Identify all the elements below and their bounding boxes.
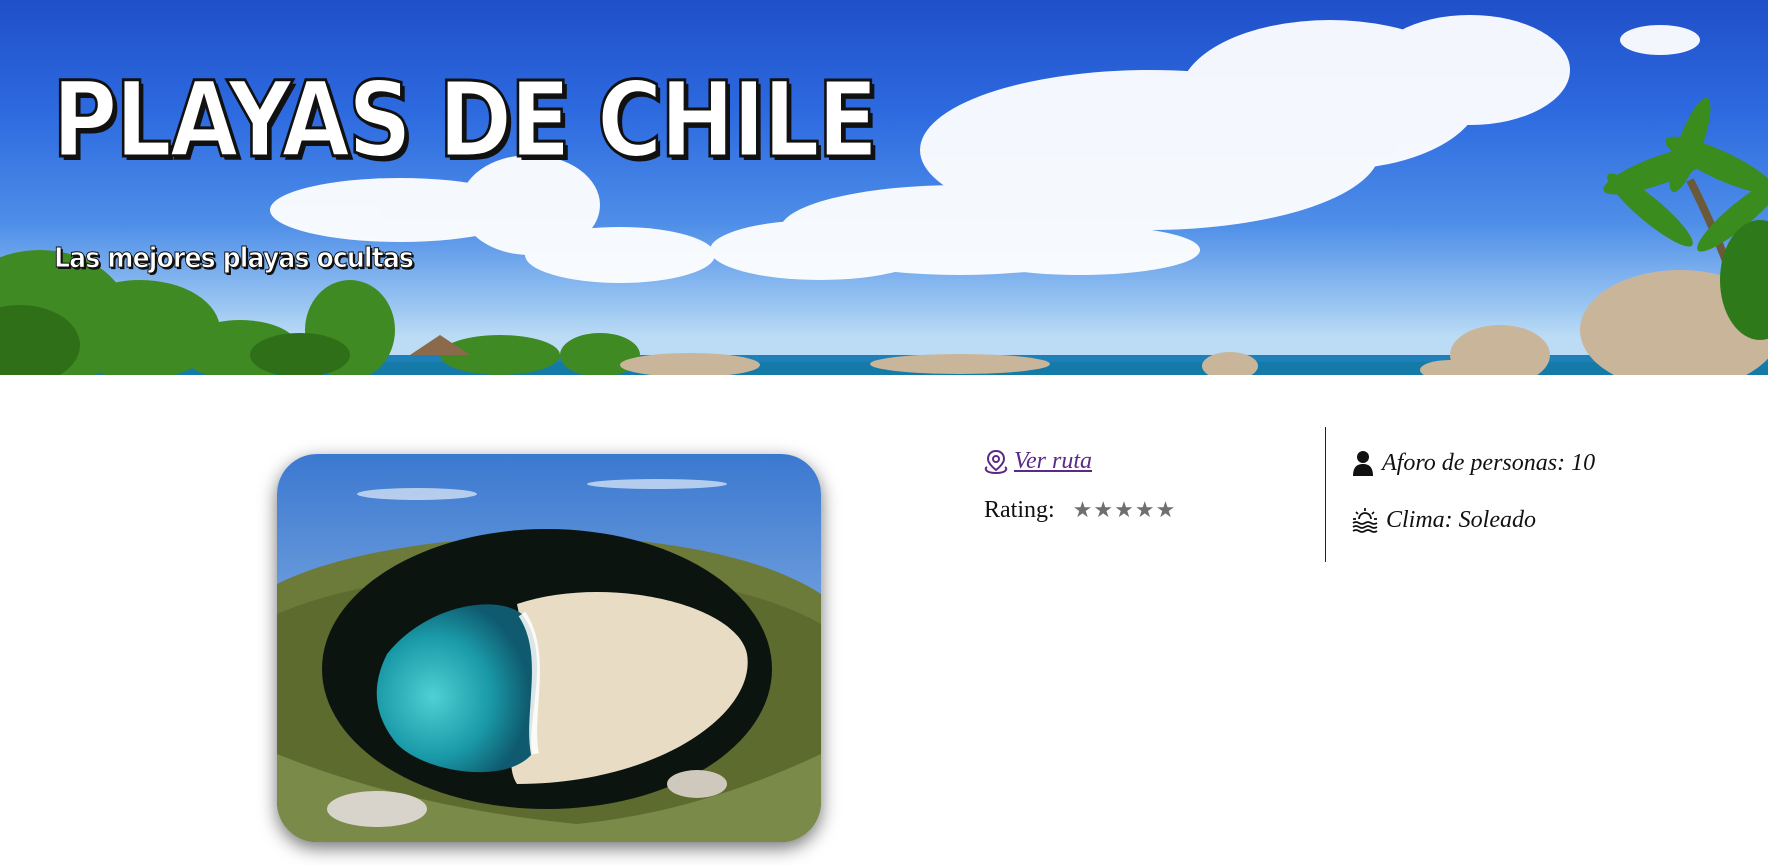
sunset-waves-icon [1352,508,1378,533]
weather-row: Clima: Soleado [1352,505,1595,535]
weather-label: Clima: Soleado [1386,506,1536,533]
page-title: PLAYAS DE CHILE [51,59,880,181]
info-divider [1325,427,1326,562]
person-icon [1353,451,1373,476]
map-pin-icon [984,449,1008,474]
rating-row: Rating: ★★★★★ [984,497,1176,524]
route-link[interactable]: Ver ruta [984,448,1176,475]
capacity-label: Aforo de personas: 10 [1382,449,1596,476]
beach-info-left: Ver ruta Rating: ★★★★★ [984,448,1176,524]
rating-label: Rating: [984,497,1055,523]
rating-stars[interactable]: ★★★★★ [1073,498,1177,523]
banner-image [0,15,1768,375]
capacity-row: Aforo de personas: 10 [1352,448,1595,478]
header-banner: PLAYAS DE CHILE Las mejores playas ocult… [0,0,1768,375]
beach-photo [277,454,821,842]
route-label: Ver ruta [1014,448,1092,474]
page-subtitle: Las mejores playas ocultas [54,241,415,275]
beach-info-right: Aforo de personas: 10 Clima: Soleado [1352,448,1595,535]
